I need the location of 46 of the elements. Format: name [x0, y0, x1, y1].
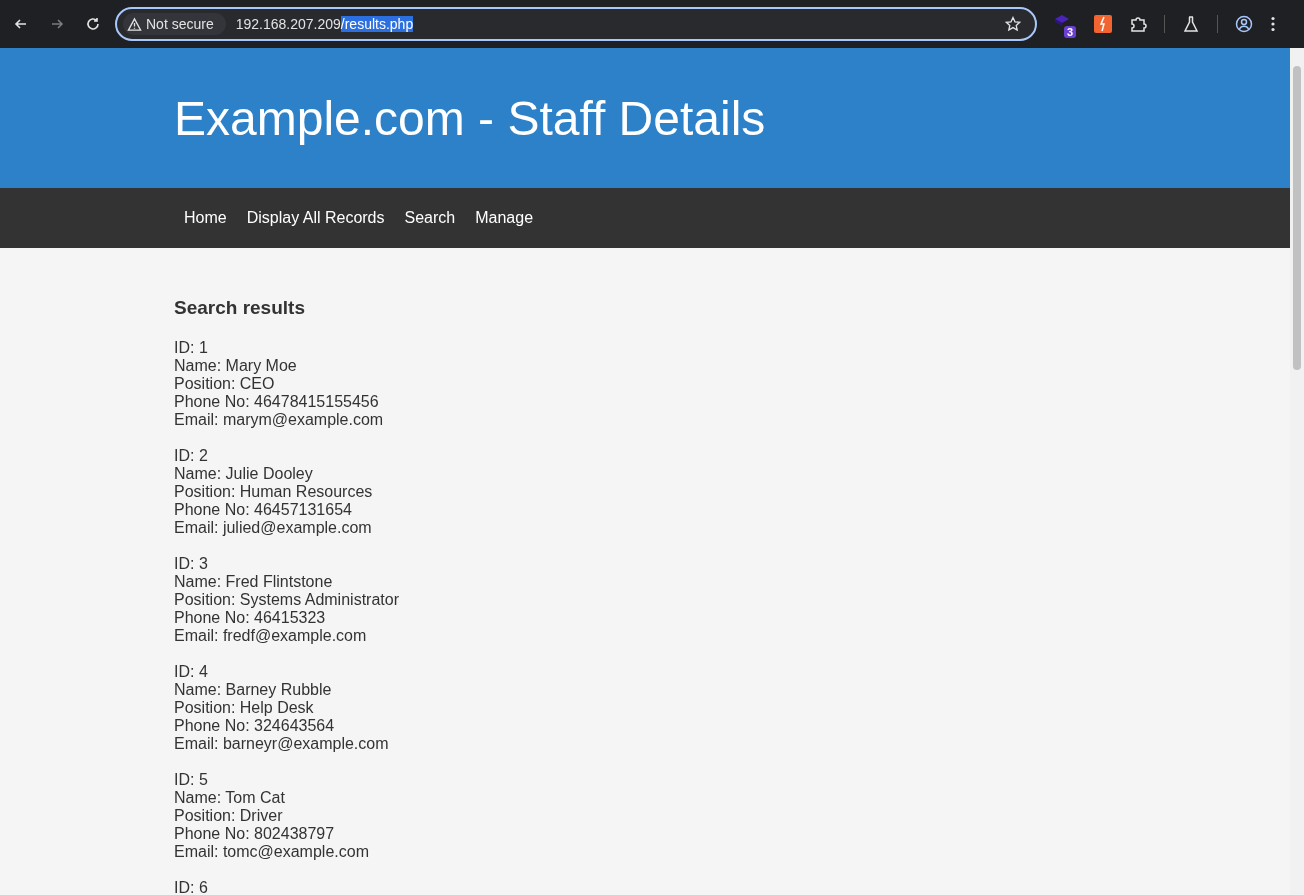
address-bar[interactable]: Not secure 192.168.207.209/results.php	[115, 7, 1037, 41]
bolt-extension-icon[interactable]	[1094, 15, 1112, 33]
record-line: ID: 4	[174, 663, 209, 681]
record-line: ID: 3	[174, 555, 209, 573]
reload-icon[interactable]	[85, 16, 101, 32]
record-line: ID: 2	[174, 447, 209, 465]
nav-link[interactable]: Search	[394, 209, 466, 227]
nav-link[interactable]: Manage	[465, 209, 544, 227]
record-line: Phone No: 324643564	[174, 717, 336, 735]
nav-link[interactable]: Display All Records	[236, 209, 395, 227]
record-line: Position: Help Desk	[174, 699, 315, 717]
record-line: Name: Fred Flintstone	[174, 573, 334, 591]
warning-icon	[127, 16, 142, 32]
record-line: Phone No: 46415323	[174, 609, 327, 627]
bookmark-star-icon[interactable]	[1005, 16, 1021, 32]
puzzle-icon[interactable]	[1129, 15, 1147, 33]
record-line: Position: Human Resources	[174, 483, 374, 501]
scrollbar-thumb[interactable]	[1293, 66, 1301, 370]
record-line: ID: 5	[174, 771, 209, 789]
record-line: Phone No: 46457131654	[174, 501, 353, 519]
record-line: Email: marym@example.com	[174, 411, 385, 429]
record-line: Name: Mary Moe	[174, 357, 298, 375]
record-line: Position: Driver	[174, 807, 284, 825]
results-heading: Search results	[174, 297, 306, 319]
record-line: Position: Systems Administrator	[174, 591, 400, 609]
record-line: Email: tomc@example.com	[174, 843, 370, 861]
security-chip[interactable]: Not secure	[123, 13, 226, 35]
record-line: Phone No: 802438797	[174, 825, 336, 843]
record-line: ID: 6	[174, 879, 209, 895]
record-line: ID: 1	[174, 339, 209, 357]
flask-icon[interactable]	[1182, 15, 1200, 33]
security-label: Not secure	[146, 16, 214, 32]
nav-link[interactable]: Home	[174, 209, 237, 227]
extension-badge: 3	[1064, 26, 1077, 38]
profile-icon[interactable]	[1235, 15, 1253, 33]
record-line: Email: barneyr@example.com	[174, 735, 390, 753]
record-line: Position: CEO	[174, 375, 276, 393]
menu-icon[interactable]	[1270, 15, 1276, 33]
record-line: Name: Tom Cat	[174, 789, 286, 807]
record-line: Phone No: 46478415155456	[174, 393, 380, 411]
url-text: 192.168.207.209/results.php	[235, 16, 415, 32]
record-line: Email: fredf@example.com	[174, 627, 368, 645]
record-line: Email: julied@example.com	[174, 519, 373, 537]
site-title: Example.com - Staff Details	[174, 90, 766, 146]
record-line: Name: Barney Rubble	[174, 681, 333, 699]
record-line: Name: Julie Dooley	[174, 465, 314, 483]
